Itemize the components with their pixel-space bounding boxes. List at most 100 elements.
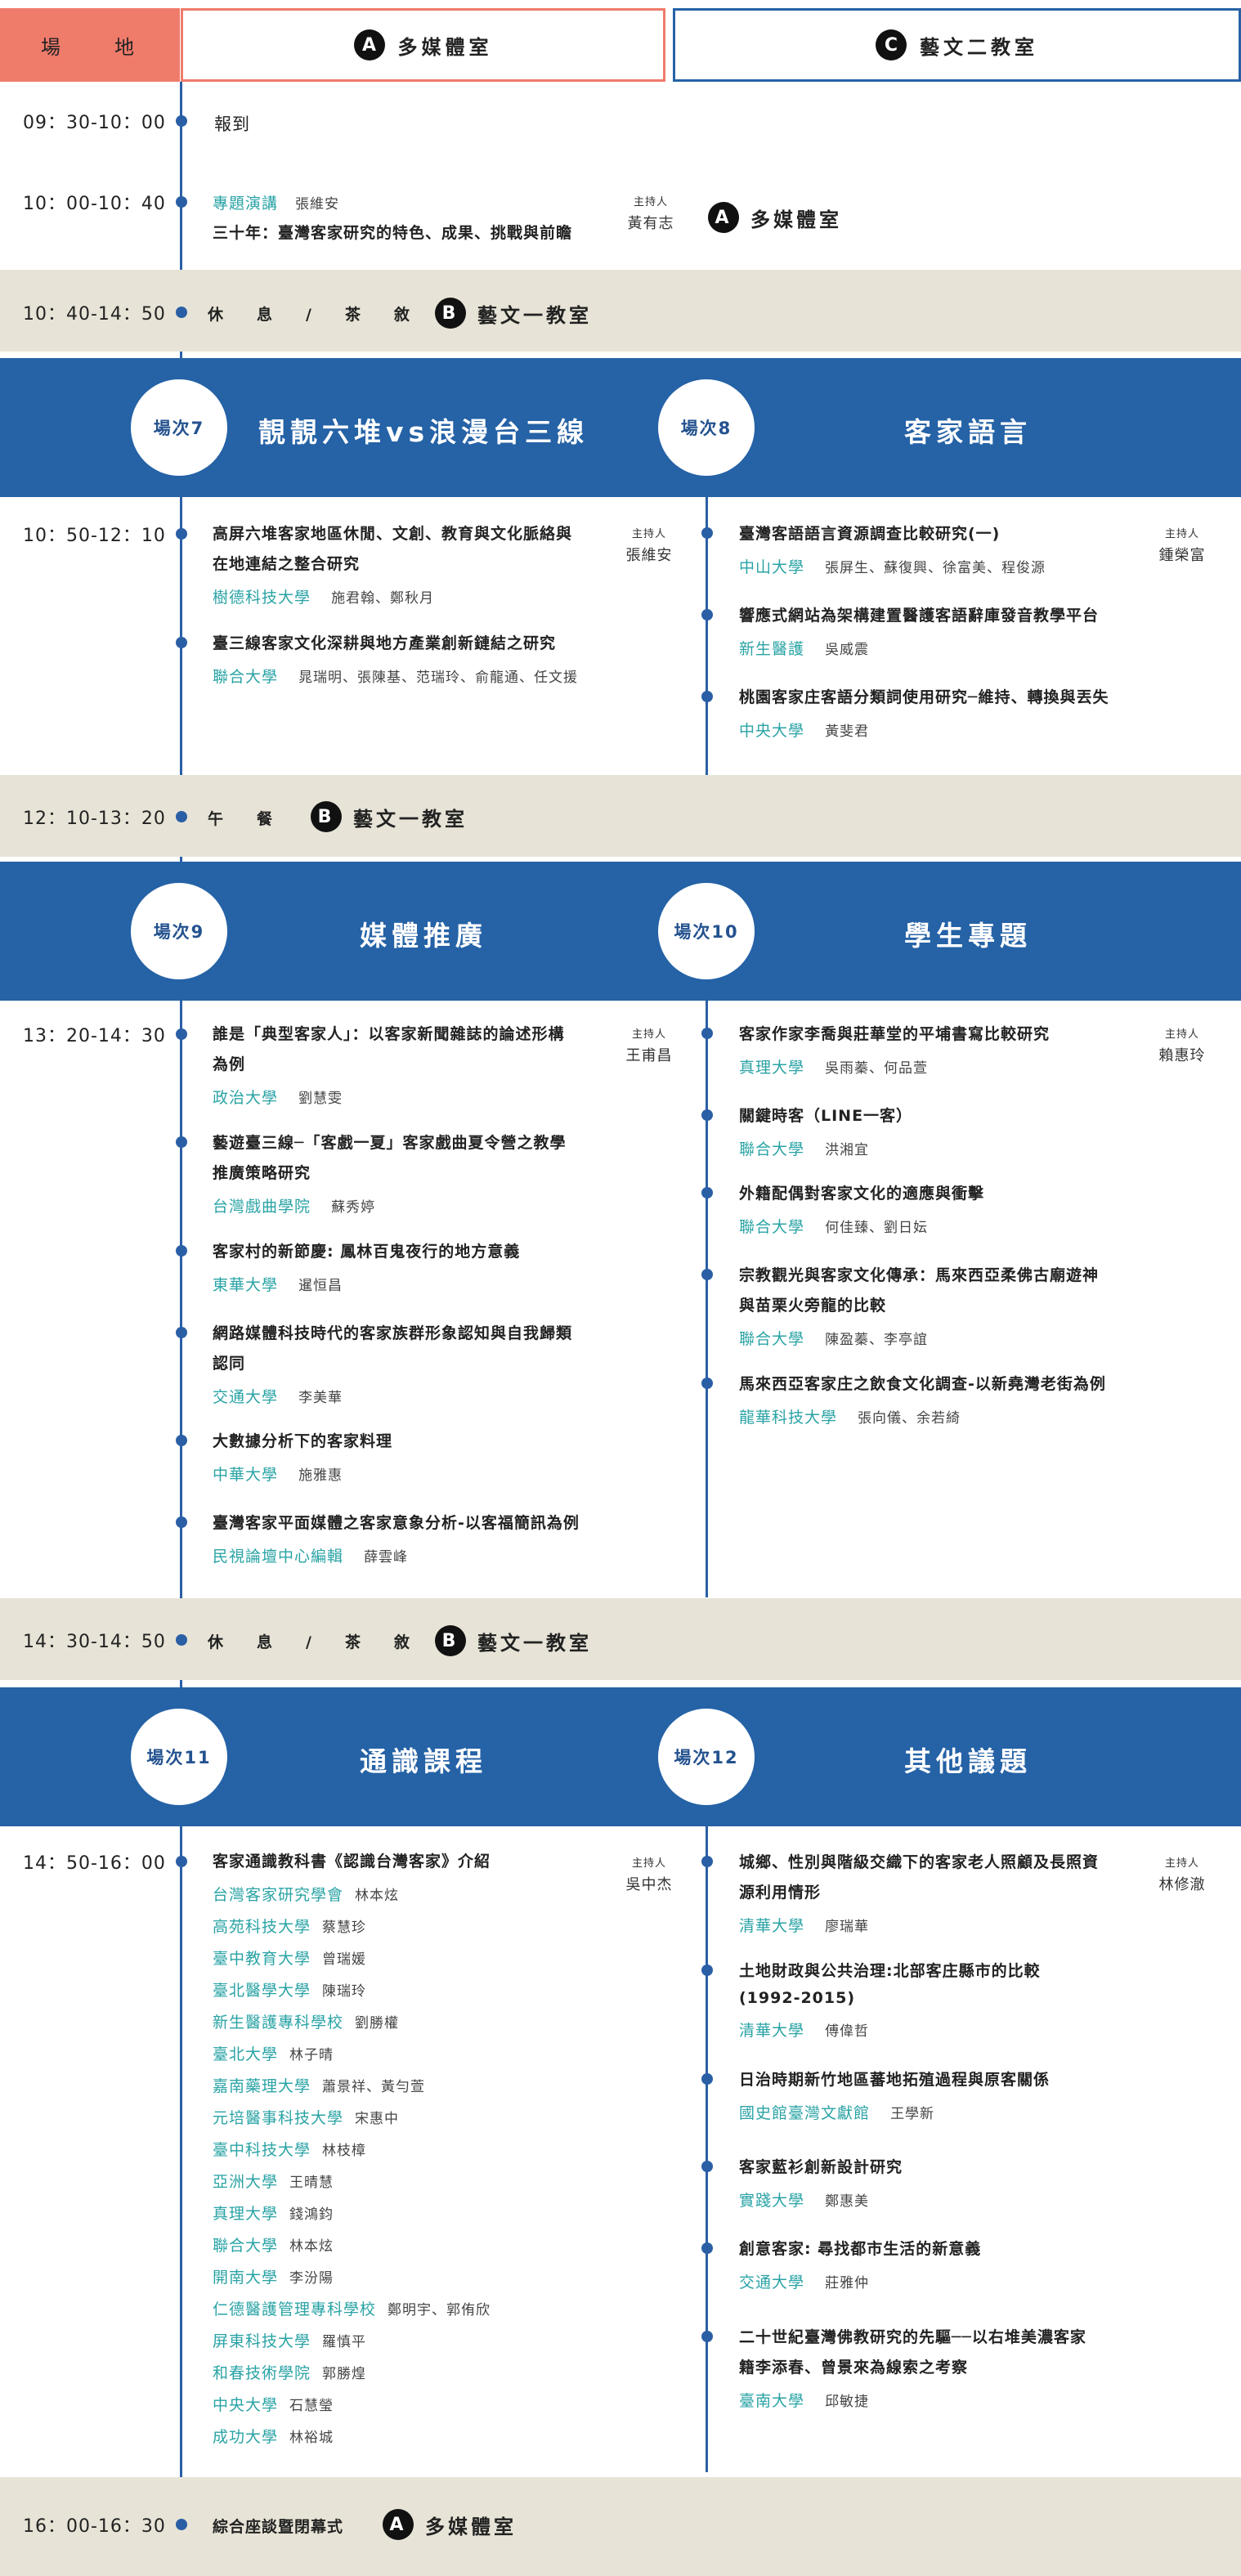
session-9-item: 臺灣客家平面媒體之客家意象分析-以客福簡訊為例 民視論壇中心編輯 薛雲峰 xyxy=(213,1511,580,1566)
contributor-name: 林枝樟 xyxy=(322,2143,367,2159)
host-label: 主持人 xyxy=(631,528,666,540)
venue-label: 場 地 xyxy=(41,35,139,59)
session-10-item: 客家作家李喬與莊華堂的平埔書寫比較研究 真理大學 吳雨蓁、何品萱 xyxy=(739,1022,1050,1077)
paper-title: 馬來西亞客家庄之飲食文化調查-以新堯灣老街為例 xyxy=(739,1375,1106,1393)
paper-authors: 李美華 xyxy=(298,1390,343,1406)
paper-org: 政治大學 xyxy=(213,1089,279,1107)
paper-title: 臺灣客語語言資源調查比較研究(一) xyxy=(739,525,1001,543)
paper-title: 臺灣客家平面媒體之客家意象分析-以客福簡訊為例 xyxy=(213,1514,580,1532)
paper-authors: 吳雨蓁、何品萱 xyxy=(825,1060,929,1077)
paper-title: 土地財政與公共治理:北部客庄縣市的比較 xyxy=(739,1962,1041,1980)
paper-title: 二十世紀臺灣佛教研究的先驅──以右堆美濃客家 xyxy=(739,2328,1086,2346)
item-dot xyxy=(701,691,713,702)
contributor-org: 臺中科技大學 xyxy=(213,2141,311,2159)
session-11-host: 主持人 吳中杰 xyxy=(620,1854,679,1894)
paper-title: 客家作家李喬與莊華堂的平埔書寫比較研究 xyxy=(739,1025,1051,1043)
session-10-number: 場次10 xyxy=(658,883,755,979)
paper-org: 台灣戲曲學院 xyxy=(213,1198,311,1216)
session-8-item: 響應式網站為架構建置醫護客語辭庫發音教學平台 新生醫護 吳威震 xyxy=(739,603,1099,659)
item-dot xyxy=(176,1245,187,1257)
contributor-org: 聯合大學 xyxy=(213,2237,279,2255)
contributor-name: 羅慎平 xyxy=(322,2334,367,2350)
paper-title: 誰是「典型客家人」：以客家新聞雜誌的論述形構 xyxy=(213,1025,565,1043)
host-label: 主持人 xyxy=(633,196,668,208)
paper-authors: 傅偉哲 xyxy=(825,2023,870,2040)
paper-meta: 民視論壇中心編輯 薛雲峰 xyxy=(213,1544,580,1566)
session-12-number: 場次12 xyxy=(658,1709,755,1805)
session-12-item: 創意客家: 尋找都市生活的新意義 交通大學 莊雅仲 xyxy=(739,2237,981,2292)
paper-meta: 政治大學 劉慧雯 xyxy=(213,1086,565,1108)
host-name: 賴惠玲 xyxy=(1158,1047,1206,1064)
time-lunch: 12：10-13：20 xyxy=(23,809,166,829)
closing-room-name: 多媒體室 xyxy=(425,2515,517,2538)
contributor-name: 陳瑞玲 xyxy=(322,1983,367,2000)
keynote-room-name: 多媒體室 xyxy=(750,208,842,231)
list-item: 臺北醫學大學 陳瑞玲 xyxy=(213,1973,605,2005)
paper-title-line2: 與苗栗火旁龍的比較 xyxy=(739,1297,887,1315)
list-item: 仁德醫護管理專科學校 鄭明宇、郭侑欣 xyxy=(213,2292,605,2324)
item-dot xyxy=(701,2073,713,2085)
keynote-tag-label: 專題演講 xyxy=(213,195,279,213)
session-7-host: 主持人 張維安 xyxy=(620,525,679,565)
contributor-org: 台灣客家研究學會 xyxy=(213,1886,344,1904)
paper-meta: 中華大學 施雅惠 xyxy=(213,1463,392,1485)
paper-title-line2: 認同 xyxy=(213,1355,246,1373)
session-7-number: 場次7 xyxy=(131,379,227,476)
session-7-title: 靚靚六堆vs浪漫台三線 xyxy=(258,416,589,448)
paper-authors: 施君翰、鄭秋月 xyxy=(331,590,435,607)
session-10-item: 外籍配偶對客家文化的適應與衝擊 聯合大學 何佳臻、劉日妘 xyxy=(739,1181,984,1237)
contributor-name: 劉勝權 xyxy=(355,2015,400,2032)
item-dot xyxy=(701,2242,713,2254)
item-dot xyxy=(176,1435,187,1446)
list-item: 聯合大學 林本炫 xyxy=(213,2229,605,2260)
contributor-name: 林裕城 xyxy=(289,2430,334,2446)
paper-authors: 廖瑞華 xyxy=(825,1919,870,1935)
timeline-dot xyxy=(176,528,187,540)
paper-title-line2: 推廣策略研究 xyxy=(213,1164,311,1182)
paper-meta: 清華大學 傅偉哲 xyxy=(739,2018,1041,2041)
paper-meta: 中央大學 黃斐君 xyxy=(739,719,1109,741)
lunch-room-name: 藝文一教室 xyxy=(353,807,468,831)
timeline-dot xyxy=(176,196,187,208)
paper-authors: 蘇秀婷 xyxy=(331,1199,376,1216)
session-7-item: 臺三線客家文化深耕與地方產業創新鏈結之研究 聯合大學 晁瑞明、張陳基、范瑞玲、俞… xyxy=(213,631,578,687)
room-c-badge-icon: C xyxy=(876,29,907,60)
break-label-1: 休 息 / 茶 敘 xyxy=(208,306,410,324)
lunch-label: 午 餐 xyxy=(208,810,274,828)
session-9-number: 場次9 xyxy=(131,883,227,979)
contributor-org: 臺北醫學大學 xyxy=(213,1982,311,2000)
session-9-item: 大數據分析下的客家料理 中華大學 施雅惠 xyxy=(213,1429,392,1485)
contributor-org: 屏東科技大學 xyxy=(213,2332,311,2350)
time-keynote: 10：00-10：40 xyxy=(23,194,166,214)
item-dot xyxy=(701,1964,713,1976)
item-dot xyxy=(701,1269,713,1280)
paper-title: 高屏六堆客家地區休閒、文創、教育與文化脈絡與 xyxy=(213,525,573,543)
room-a-badge-icon: A xyxy=(353,29,385,60)
paper-org: 民視論壇中心編輯 xyxy=(213,1548,344,1566)
session-9-host: 主持人 王甫昌 xyxy=(620,1025,679,1065)
paper-meta: 聯合大學 陳盈蓁、李亭誼 xyxy=(739,1327,1099,1349)
session-9-item: 藝遊臺三線─「客戲一夏」客家戲曲夏令營之教學 推廣策略研究 台灣戲曲學院 蘇秀婷 xyxy=(213,1131,566,1216)
item-dot xyxy=(176,637,187,648)
paper-authors: 陳盈蓁、李亭誼 xyxy=(825,1332,929,1348)
contributor-org: 元培醫事科技大學 xyxy=(213,2109,344,2127)
session-9-item: 誰是「典型客家人」：以客家新聞雜誌的論述形構 為例 政治大學 劉慧雯 xyxy=(213,1022,565,1108)
paper-org: 交通大學 xyxy=(739,2274,805,2292)
paper-org: 實踐大學 xyxy=(739,2192,805,2210)
host-name: 林修澈 xyxy=(1158,1876,1206,1893)
list-item: 嘉南藥理大學 蕭景祥、黃勻萱 xyxy=(213,2069,605,2101)
session-8-item: 桃園客家庄客語分類詞使用研究─維持、轉換與丟失 中央大學 黃斐君 xyxy=(739,685,1109,741)
lunch-room: B 藝文一教室 xyxy=(311,801,468,832)
list-item: 元培醫事科技大學 宋惠中 xyxy=(213,2101,605,2133)
time-closing: 16：00-16：30 xyxy=(23,2516,166,2537)
closing-label: 綜合座談暨閉幕式 xyxy=(213,2518,344,2536)
paper-title: 城鄉、性別與階級交織下的客家老人照顧及長照資 xyxy=(739,1853,1100,1871)
paper-authors: 劉慧雯 xyxy=(298,1091,343,1107)
host-name: 黃有志 xyxy=(627,215,674,232)
paper-title: 外籍配偶對客家文化的適應與衝擊 xyxy=(739,1185,985,1203)
session-12-item: 城鄉、性別與階級交織下的客家老人照顧及長照資 源利用情形 清華大學 廖瑞華 xyxy=(739,1850,1099,1936)
paper-meta: 聯合大學 洪湘宜 xyxy=(739,1137,912,1159)
list-item: 新生醫護專科學校 劉勝權 xyxy=(213,2005,605,2037)
paper-authors: 邱敏捷 xyxy=(825,2394,870,2410)
contributor-org: 仁德醫護管理專科學校 xyxy=(213,2300,377,2318)
